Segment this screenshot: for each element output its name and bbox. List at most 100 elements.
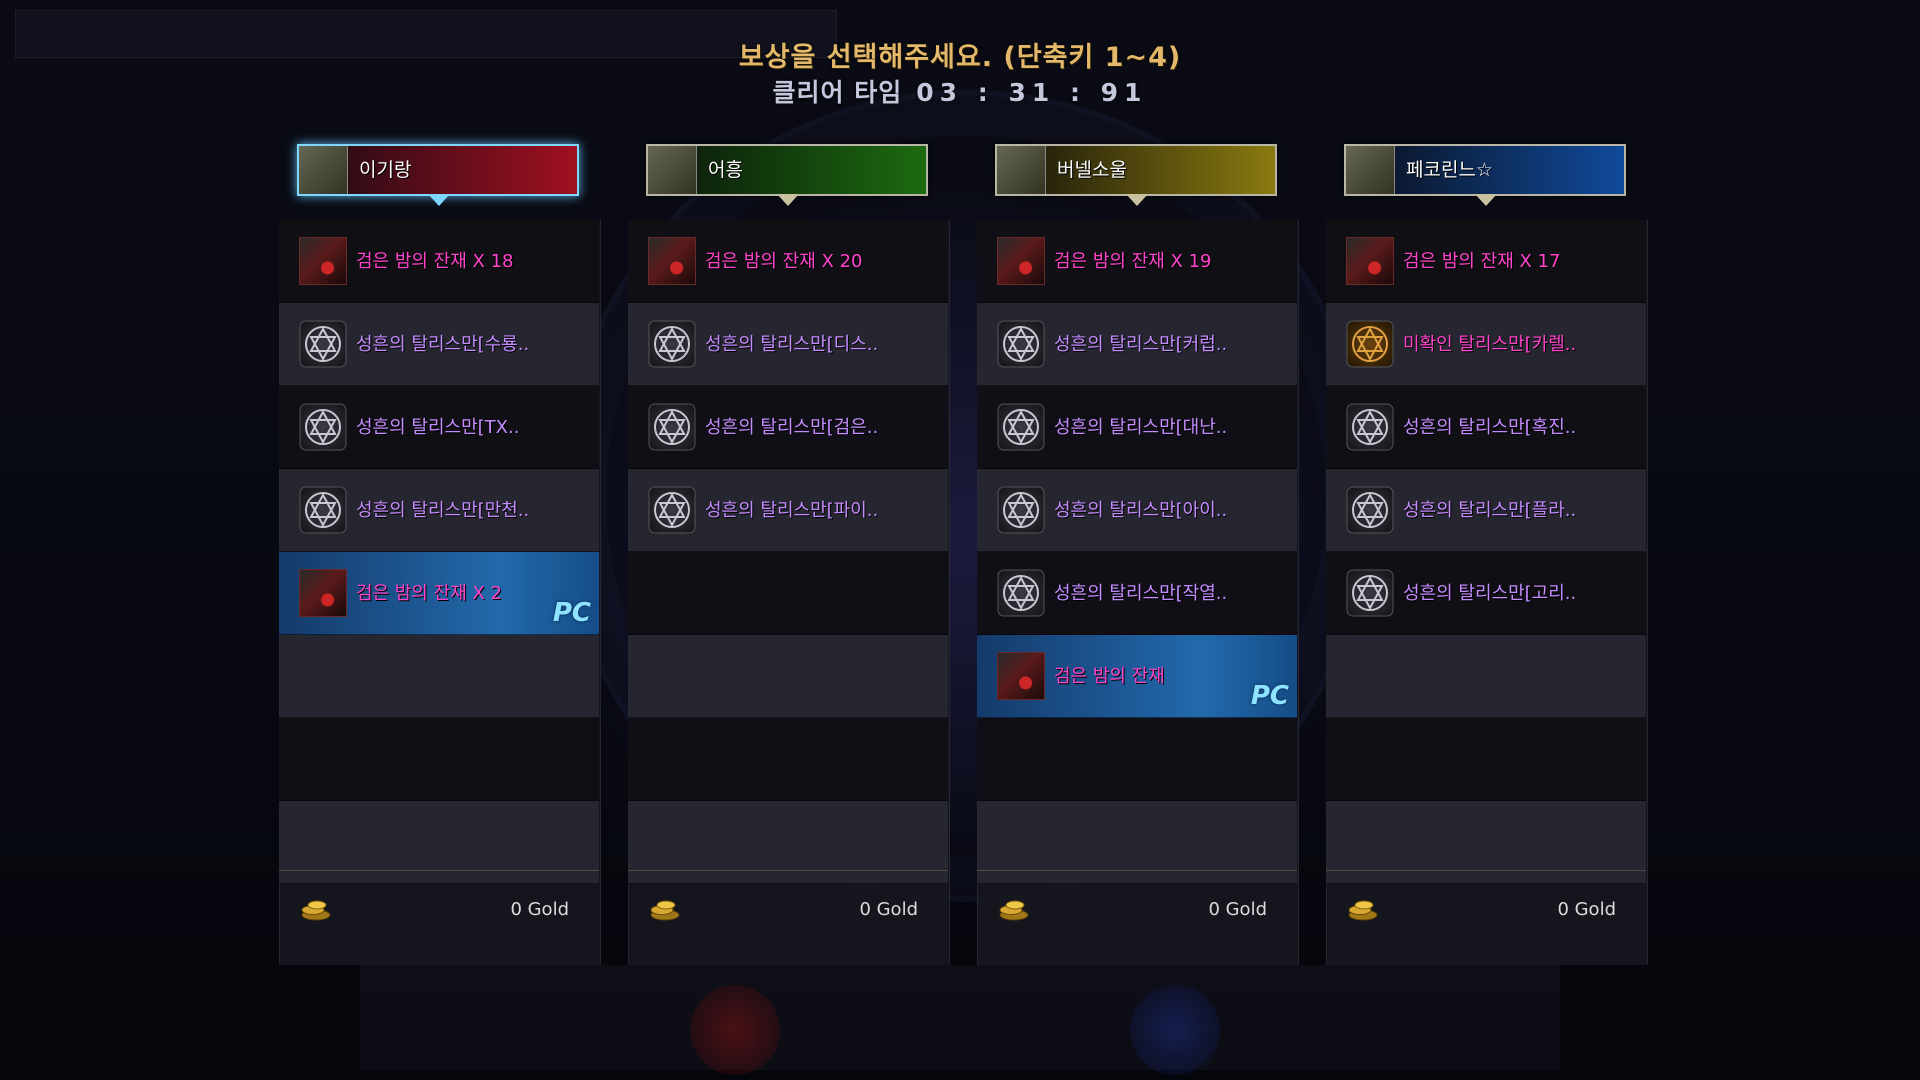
clear-time-value: 03 : 31 : 91 — [916, 78, 1148, 107]
gold-coin-icon — [997, 899, 1031, 921]
reward-item-list: 검은 밤의 잔재 X 20 성흔의 탈리스만[디스.. 성흔의 탈리스만[검은.. 성… — [628, 220, 948, 884]
player-nameplate[interactable]: 버넬소울 — [995, 144, 1277, 196]
gold-coin-icon — [299, 899, 333, 921]
nameplate-pointer-icon — [777, 194, 799, 206]
gold-amount: 0 Gold — [510, 899, 569, 920]
remnant-icon — [299, 237, 347, 285]
remnant-icon — [648, 237, 696, 285]
reward-column-2[interactable]: 어흥검은 밤의 잔재 X 20 성흔의 탈리스만[디스.. 성흔의 탈리스만[검은.… — [628, 140, 950, 1000]
reward-item-name: 성흔의 탈리스만[대난.. — [1054, 417, 1228, 438]
talisman-icon — [299, 486, 347, 534]
player-portrait-icon — [648, 146, 697, 194]
nameplate-pointer-icon — [1126, 194, 1148, 206]
reward-column-1[interactable]: 이기랑검은 밤의 잔재 X 18 성흔의 탈리스만[수룡.. 성흔의 탈리스만[TX… — [279, 140, 601, 1000]
talisman-icon — [1346, 403, 1394, 451]
reward-item[interactable]: 성흔의 탈리스만[혹진.. — [1326, 386, 1646, 469]
reward-empty-slot — [977, 718, 1297, 801]
talisman-icon — [299, 320, 347, 368]
reward-item-name: 성흔의 탈리스만[TX.. — [356, 417, 520, 438]
reward-item[interactable]: 성흔의 탈리스만[아이.. — [977, 469, 1297, 552]
gold-coin-icon — [648, 899, 682, 921]
reward-column-4[interactable]: 페코린느☆ 검은 밤의 잔재 X 17 미확인 탈리스만[카렐.. 성흔의 탈리스만[… — [1326, 140, 1648, 1000]
remnant-icon — [299, 569, 347, 617]
reward-item-name: 검은 밤의 잔재 X 20 — [705, 251, 863, 272]
reward-item-name: 검은 밤의 잔재 X 18 — [356, 251, 514, 272]
reward-item-name: 성흔의 탈리스만[혹진.. — [1403, 417, 1577, 438]
reward-item[interactable]: 성흔의 탈리스만[만천.. — [279, 469, 599, 552]
talisman-icon — [997, 486, 1045, 534]
reward-item-name: 성흔의 탈리스만[작열.. — [1054, 583, 1228, 604]
reward-item-name: 검은 밤의 잔재 — [1054, 666, 1165, 687]
clear-time-line: 클리어 타임 03 : 31 : 91 — [0, 76, 1920, 110]
reward-item[interactable]: 성흔의 탈리스만[작열.. — [977, 552, 1297, 635]
reward-item[interactable]: 성흔의 탈리스만[검은.. — [628, 386, 948, 469]
reward-item-name: 검은 밤의 잔재 X 2 — [356, 583, 503, 604]
talisman-icon — [648, 403, 696, 451]
reward-column-3[interactable]: 버넬소울검은 밤의 잔재 X 19 성흔의 탈리스만[커럽.. 성흔의 탈리스만[대… — [977, 140, 1299, 1000]
nameplate-pointer-icon — [1475, 194, 1497, 206]
gold-amount: 0 Gold — [859, 899, 918, 920]
reward-item[interactable]: 검은 밤의 잔재 PC — [977, 635, 1297, 718]
nameplate-pointer-icon — [428, 194, 450, 206]
game-screen: 보상을 선택해주세요. (단축키 1~4) 클리어 타임 03 : 31 : 91… — [0, 0, 1920, 1080]
gold-reward: 0 Gold — [279, 870, 599, 951]
reward-empty-slot — [628, 718, 948, 801]
talisman-icon — [1346, 569, 1394, 617]
reward-item-name: 성흔의 탈리스만[만천.. — [356, 500, 530, 521]
reward-item-list: 검은 밤의 잔재 X 19 성흔의 탈리스만[커럽.. 성흔의 탈리스만[대난.. 성… — [977, 220, 1297, 884]
reward-item[interactable]: 성흔의 탈리스만[플라.. — [1326, 469, 1646, 552]
reward-item[interactable]: 검은 밤의 잔재 X 17 — [1326, 220, 1646, 303]
reward-item[interactable]: 검은 밤의 잔재 X 19 — [977, 220, 1297, 303]
reward-item-name: 성흔의 탈리스만[수룡.. — [356, 334, 530, 355]
gold-amount: 0 Gold — [1557, 899, 1616, 920]
player-name: 버넬소울 — [1057, 159, 1127, 181]
reward-item[interactable]: 성흔의 탈리스만[파이.. — [628, 469, 948, 552]
talisman-icon — [648, 320, 696, 368]
reward-item-name: 성흔의 탈리스만[검은.. — [705, 417, 879, 438]
reward-item-name: 성흔의 탈리스만[디스.. — [705, 334, 879, 355]
player-name: 페코린느☆ — [1406, 159, 1493, 181]
reward-header: 보상을 선택해주세요. (단축키 1~4) 클리어 타임 03 : 31 : 91 — [0, 40, 1920, 110]
reward-empty-slot — [279, 635, 599, 718]
reward-title: 보상을 선택해주세요. (단축키 1~4) — [738, 42, 1182, 73]
talisman-icon — [997, 320, 1045, 368]
reward-item[interactable]: 성흔의 탈리스만[TX.. — [279, 386, 599, 469]
reward-item[interactable]: 검은 밤의 잔재 X 20 — [628, 220, 948, 303]
player-portrait-icon — [299, 146, 348, 194]
reward-item[interactable]: 성흔의 탈리스만[수룡.. — [279, 303, 599, 386]
player-name: 이기랑 — [359, 159, 412, 181]
player-nameplate[interactable]: 어흥 — [646, 144, 928, 196]
reward-item[interactable]: 검은 밤의 잔재 X 2 PC — [279, 552, 599, 635]
reward-item-name: 성흔의 탈리스만[아이.. — [1054, 500, 1228, 521]
player-name: 어흥 — [708, 159, 743, 181]
pc-bonus-tag: PC — [1250, 681, 1289, 711]
remnant-icon — [1346, 237, 1394, 285]
reward-item[interactable]: 성흔의 탈리스만[디스.. — [628, 303, 948, 386]
reward-item-name: 미확인 탈리스만[카렐.. — [1403, 334, 1577, 355]
reward-item-name: 검은 밤의 잔재 X 19 — [1054, 251, 1212, 272]
reward-item-name: 성흔의 탈리스만[플라.. — [1403, 500, 1577, 521]
reward-item[interactable]: 성흔의 탈리스만[대난.. — [977, 386, 1297, 469]
remnant-icon — [997, 237, 1045, 285]
player-nameplate[interactable]: 페코린느☆ — [1344, 144, 1626, 196]
gold-reward: 0 Gold — [628, 870, 948, 951]
talisman-icon — [648, 486, 696, 534]
reward-item[interactable]: 미확인 탈리스만[카렐.. — [1326, 303, 1646, 386]
clear-time-label: 클리어 타임 — [772, 78, 903, 107]
reward-item-name: 성흔의 탈리스만[파이.. — [705, 500, 879, 521]
talisman-icon — [997, 569, 1045, 617]
reward-item-list: 검은 밤의 잔재 X 17 미확인 탈리스만[카렐.. 성흔의 탈리스만[혹진.. 성… — [1326, 220, 1646, 884]
reward-item[interactable]: 검은 밤의 잔재 X 18 — [279, 220, 599, 303]
talisman-icon — [299, 403, 347, 451]
reward-empty-slot — [279, 718, 599, 801]
reward-empty-slot — [628, 635, 948, 718]
talisman-gold-icon — [1346, 320, 1394, 368]
reward-item[interactable]: 성흔의 탈리스만[고리.. — [1326, 552, 1646, 635]
gold-amount: 0 Gold — [1208, 899, 1267, 920]
remnant-icon — [997, 652, 1045, 700]
talisman-icon — [1346, 486, 1394, 534]
gold-reward: 0 Gold — [977, 870, 1297, 951]
reward-empty-slot — [628, 552, 948, 635]
reward-item[interactable]: 성흔의 탈리스만[커럽.. — [977, 303, 1297, 386]
player-nameplate[interactable]: 이기랑 — [297, 144, 579, 196]
